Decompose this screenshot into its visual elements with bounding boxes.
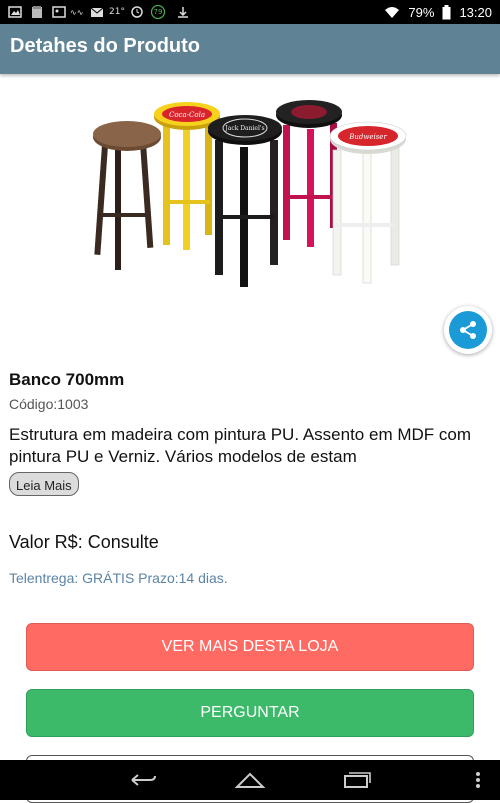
- product-code: Código:1003: [9, 396, 89, 412]
- page-title: Detahes do Produto: [10, 35, 201, 57]
- app-notification-icon: ∿∿: [70, 5, 86, 19]
- back-icon[interactable]: [128, 768, 158, 792]
- read-more-button[interactable]: Leia Mais: [9, 472, 79, 496]
- clock: 13:20: [459, 4, 492, 20]
- product-image: Coca-Cola Jack Daniel's Budweiser: [85, 95, 415, 290]
- download-icon: [176, 5, 190, 19]
- mail-icon: [90, 5, 104, 19]
- badge-count: 79: [153, 8, 163, 16]
- home-icon[interactable]: [234, 768, 266, 792]
- wifi-icon: [384, 5, 400, 19]
- delivery-info: Telentrega: GRÁTIS Prazo:14 dias.: [9, 570, 228, 586]
- status-bar-right: 79% 13:20: [384, 0, 492, 24]
- stool-wood: [93, 121, 161, 270]
- share-button[interactable]: [444, 306, 492, 354]
- ask-button[interactable]: PERGUNTAR: [26, 689, 474, 737]
- overflow-menu-icon[interactable]: [474, 768, 482, 792]
- stool-magenta: [276, 100, 342, 247]
- seat-text-jackdaniels: Jack Daniel's: [224, 125, 264, 132]
- product-description: Estrutura em madeira com pintura PU. Ass…: [9, 425, 471, 466]
- product-price: Valor R$: Consulte: [9, 532, 159, 552]
- navigation-bar: [0, 760, 500, 800]
- image-icon: [52, 5, 66, 19]
- photo-icon: [8, 5, 22, 19]
- seat-text-cocacola: Coca-Cola: [169, 111, 205, 119]
- stool-white: Budweiser: [329, 121, 407, 284]
- badge-icon: 79: [148, 5, 168, 19]
- app-bar: Detahes do Produto: [0, 24, 500, 74]
- svg-text:∿∿: ∿∿: [70, 8, 83, 17]
- sync-icon: [130, 5, 144, 19]
- temperature-text: 21°: [109, 7, 125, 17]
- battery-icon: [442, 4, 451, 20]
- status-bar: ∿∿ 21° 79 79% 13:20: [0, 0, 500, 24]
- product-title: Banco 700mm: [9, 370, 125, 389]
- stool-black: Jack Daniel's: [208, 115, 282, 287]
- battery-percent: 79%: [408, 4, 435, 20]
- more-from-store-button[interactable]: VER MAIS DESTA LOJA: [26, 623, 474, 671]
- notes-icon: [30, 5, 44, 19]
- seat-text-budweiser: Budweiser: [348, 133, 387, 141]
- recent-apps-icon[interactable]: [342, 768, 372, 792]
- share-icon: [449, 311, 487, 349]
